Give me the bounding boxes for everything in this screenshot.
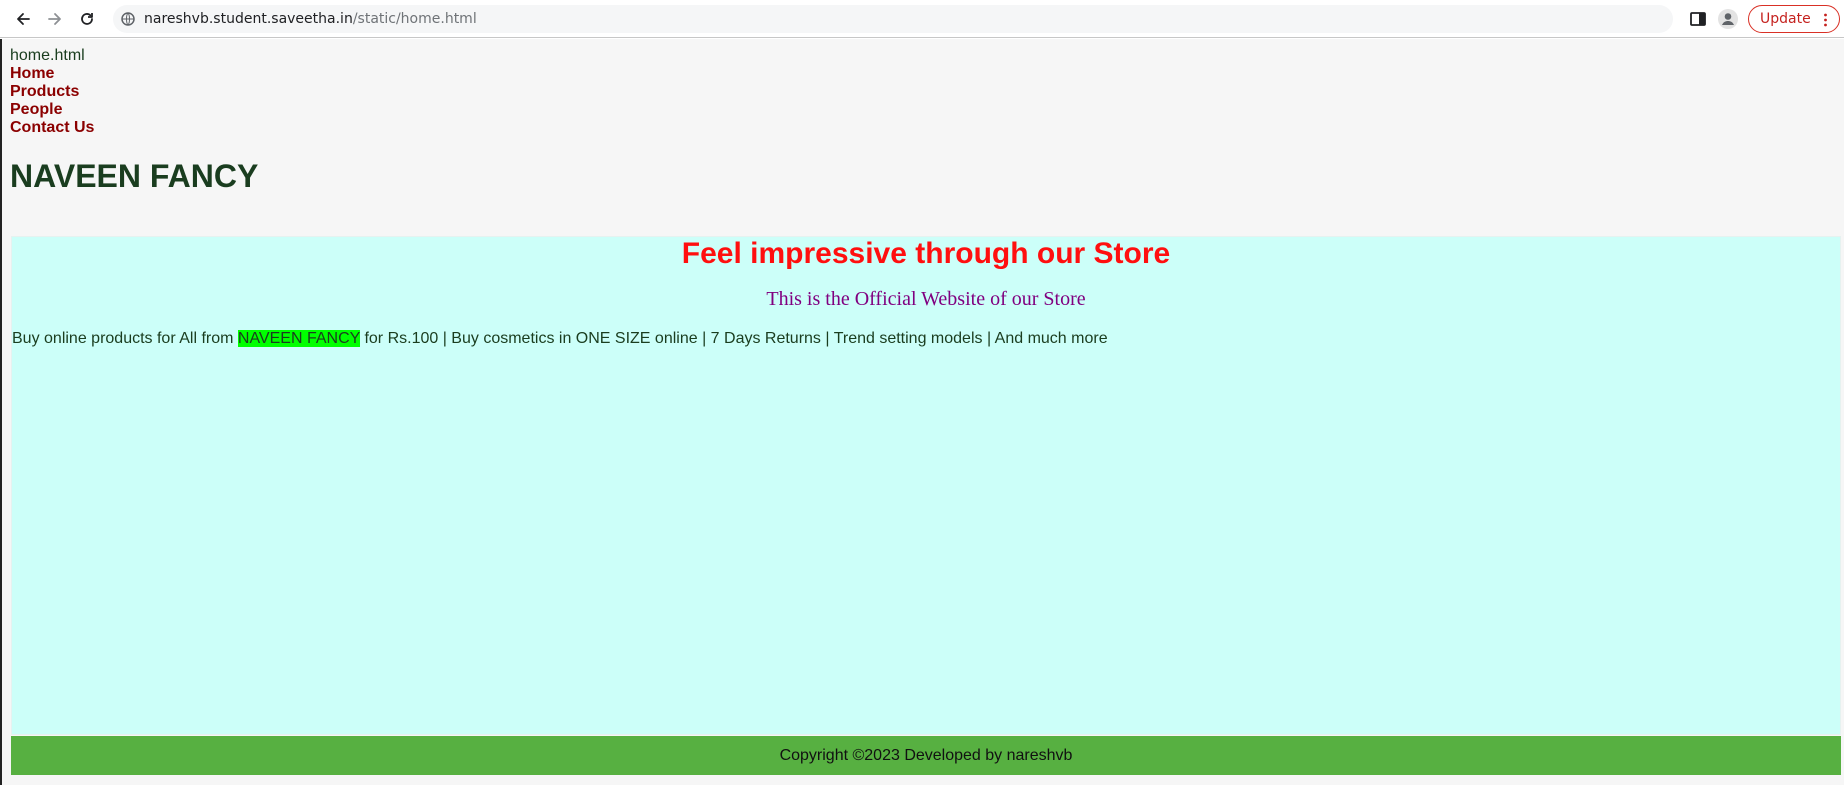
hero-description: Buy online products for All from NAVEEN … <box>12 330 1108 348</box>
page-filename: home.html <box>10 47 85 64</box>
page-content: home.html Home Products People Contact U… <box>0 39 1844 785</box>
nav-link-products[interactable]: Products <box>10 83 94 101</box>
forward-button[interactable] <box>43 7 67 31</box>
hero-section: Feel impressive through our Store This i… <box>11 236 1841 735</box>
hero-subtitle: This is the Official Website of our Stor… <box>766 288 1086 310</box>
highlighted-brand: NAVEEN FANCY <box>237 330 360 347</box>
url-text[interactable]: nareshvb.student.saveetha.in/static/home… <box>144 10 477 28</box>
back-button[interactable] <box>11 7 35 31</box>
browser-toolbar: nareshvb.student.saveetha.in/static/home… <box>0 0 1844 38</box>
url-host: nareshvb.student.saveetha.in <box>144 11 353 27</box>
reload-icon <box>81 13 93 25</box>
copyright-footer: Copyright ©2023 Developed by nareshvb <box>11 736 1841 775</box>
nav-link-contact-us[interactable]: Contact Us <box>10 119 94 137</box>
nav-menu: Home Products People Contact Us <box>10 65 94 137</box>
back-arrow-icon <box>17 13 30 25</box>
url-path: /static/home.html <box>352 11 477 27</box>
brand-title: NAVEEN FANCY <box>10 158 259 194</box>
site-info-icon[interactable] <box>121 12 135 26</box>
side-panel-icon[interactable] <box>1688 9 1708 29</box>
hero-title: Feel impressive through our Store <box>681 237 1171 270</box>
hero-text-after: for Rs.100 | Buy cosmetics in ONE SIZE o… <box>360 330 1108 347</box>
address-bar[interactable]: nareshvb.student.saveetha.in/static/home… <box>113 5 1673 33</box>
menu-kebab-icon <box>1824 13 1827 27</box>
forward-arrow-icon <box>48 13 61 25</box>
update-button[interactable]: Update <box>1748 5 1840 33</box>
hero-text-before: Buy online products for All from <box>12 330 238 347</box>
profile-avatar-icon[interactable] <box>1717 8 1739 30</box>
update-label: Update <box>1760 11 1811 27</box>
nav-link-people[interactable]: People <box>10 101 94 119</box>
reload-button[interactable] <box>75 7 99 31</box>
nav-link-home[interactable]: Home <box>10 65 94 83</box>
